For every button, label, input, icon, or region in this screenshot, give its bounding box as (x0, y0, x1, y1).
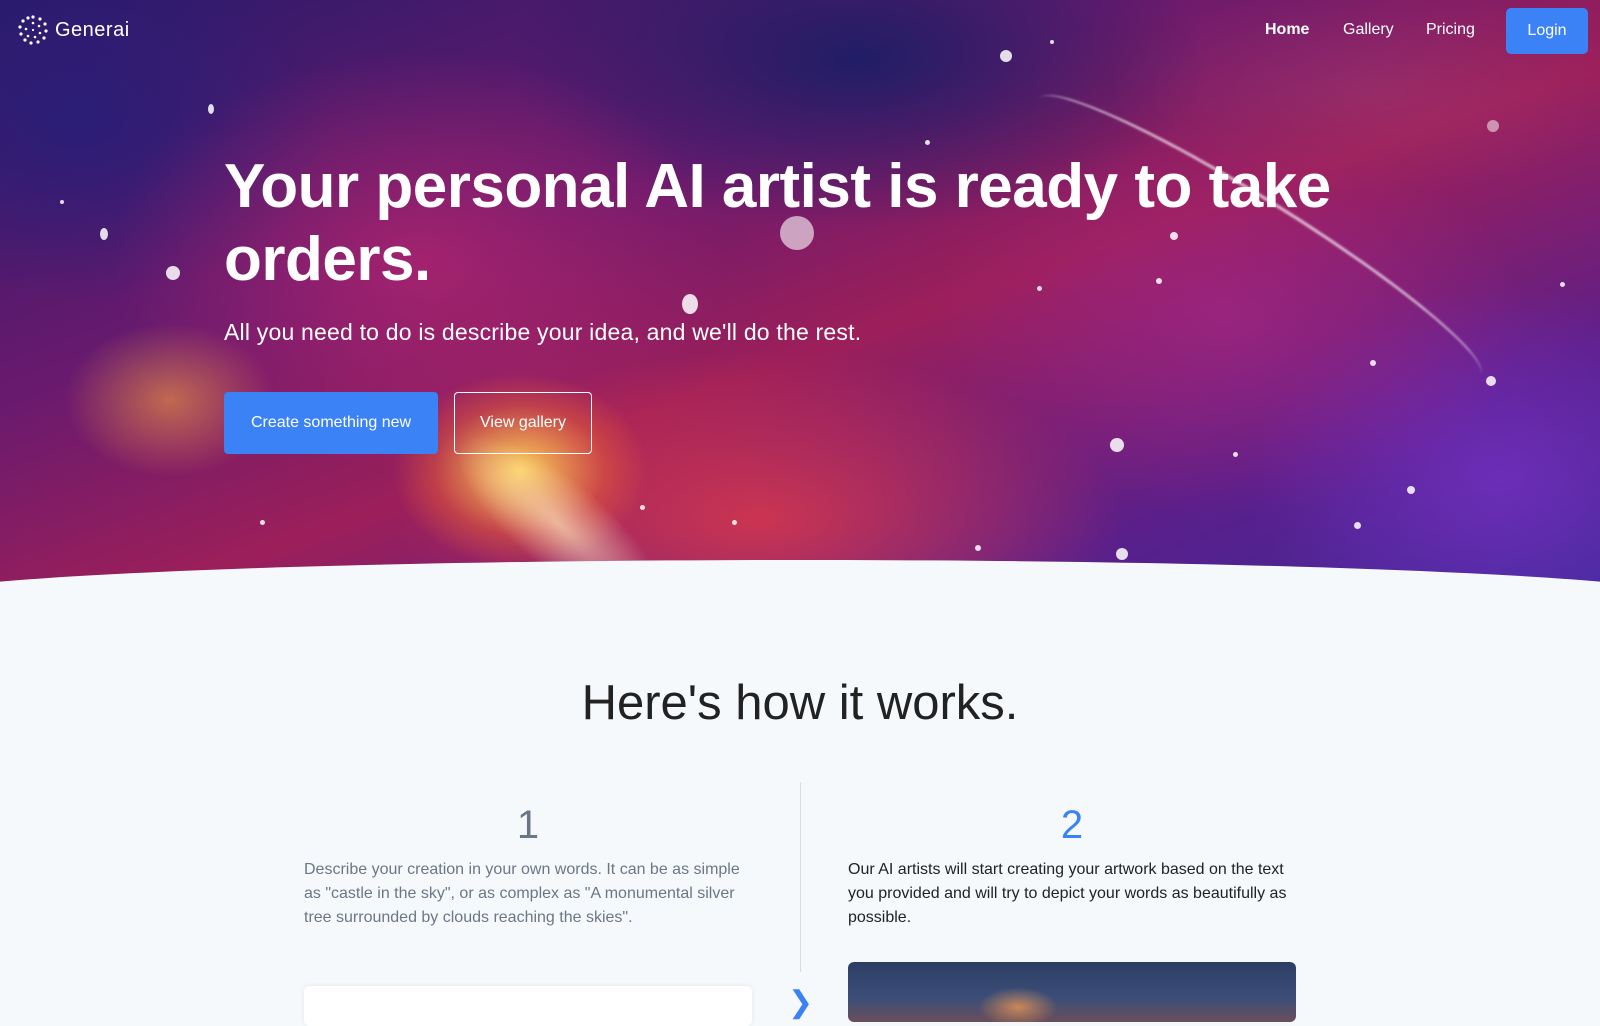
how-it-works-title: Here's how it works. (581, 676, 1019, 730)
artwork-glow (978, 987, 1058, 1022)
star (732, 520, 737, 525)
star (1486, 376, 1496, 386)
brand-mark-icon (18, 15, 48, 45)
star (640, 505, 645, 510)
hero-subtitle: All you need to do is describe your idea… (224, 319, 862, 345)
star (1370, 360, 1376, 366)
step-2-description: Our AI artists will start creating your … (848, 861, 1287, 926)
star (925, 140, 930, 145)
prompt-input-card[interactable] (304, 986, 752, 1026)
star (166, 266, 180, 280)
nav-home-link[interactable]: Home (1265, 21, 1309, 39)
chevron-right-icon: ❯ (788, 986, 814, 1019)
hero-title: Your personal AI artist is ready to take… (224, 152, 1331, 294)
brand-name: Generai (55, 18, 130, 41)
star (975, 545, 981, 551)
star (1407, 486, 1415, 494)
artwork-preview-image (848, 962, 1296, 1022)
create-something-new-button[interactable]: Create something new (224, 392, 438, 454)
nav-gallery-link[interactable]: Gallery (1343, 21, 1394, 39)
star (682, 294, 698, 314)
brand-logo[interactable]: Generai (17, 14, 130, 46)
view-gallery-button[interactable]: View gallery (454, 392, 592, 454)
star (1110, 438, 1124, 452)
login-button[interactable]: Login (1506, 8, 1588, 54)
star (1560, 282, 1565, 287)
top-nav: Generai Home Gallery Pricing Login (0, 0, 1600, 62)
steps-divider (800, 782, 801, 972)
step-1-number: 1 (516, 803, 540, 847)
star (100, 228, 108, 240)
hero-bottom-curve (0, 560, 1600, 596)
star (1354, 522, 1361, 529)
star (208, 104, 214, 114)
star (60, 200, 64, 204)
hero-banner (0, 0, 1600, 596)
nav-pricing-link[interactable]: Pricing (1426, 21, 1475, 39)
star (1116, 548, 1128, 560)
step-1-description: Describe your creation in your own words… (304, 861, 740, 926)
step-2-number: 2 (1060, 803, 1084, 847)
star (1233, 452, 1238, 457)
star (1487, 120, 1499, 132)
star (260, 520, 265, 525)
